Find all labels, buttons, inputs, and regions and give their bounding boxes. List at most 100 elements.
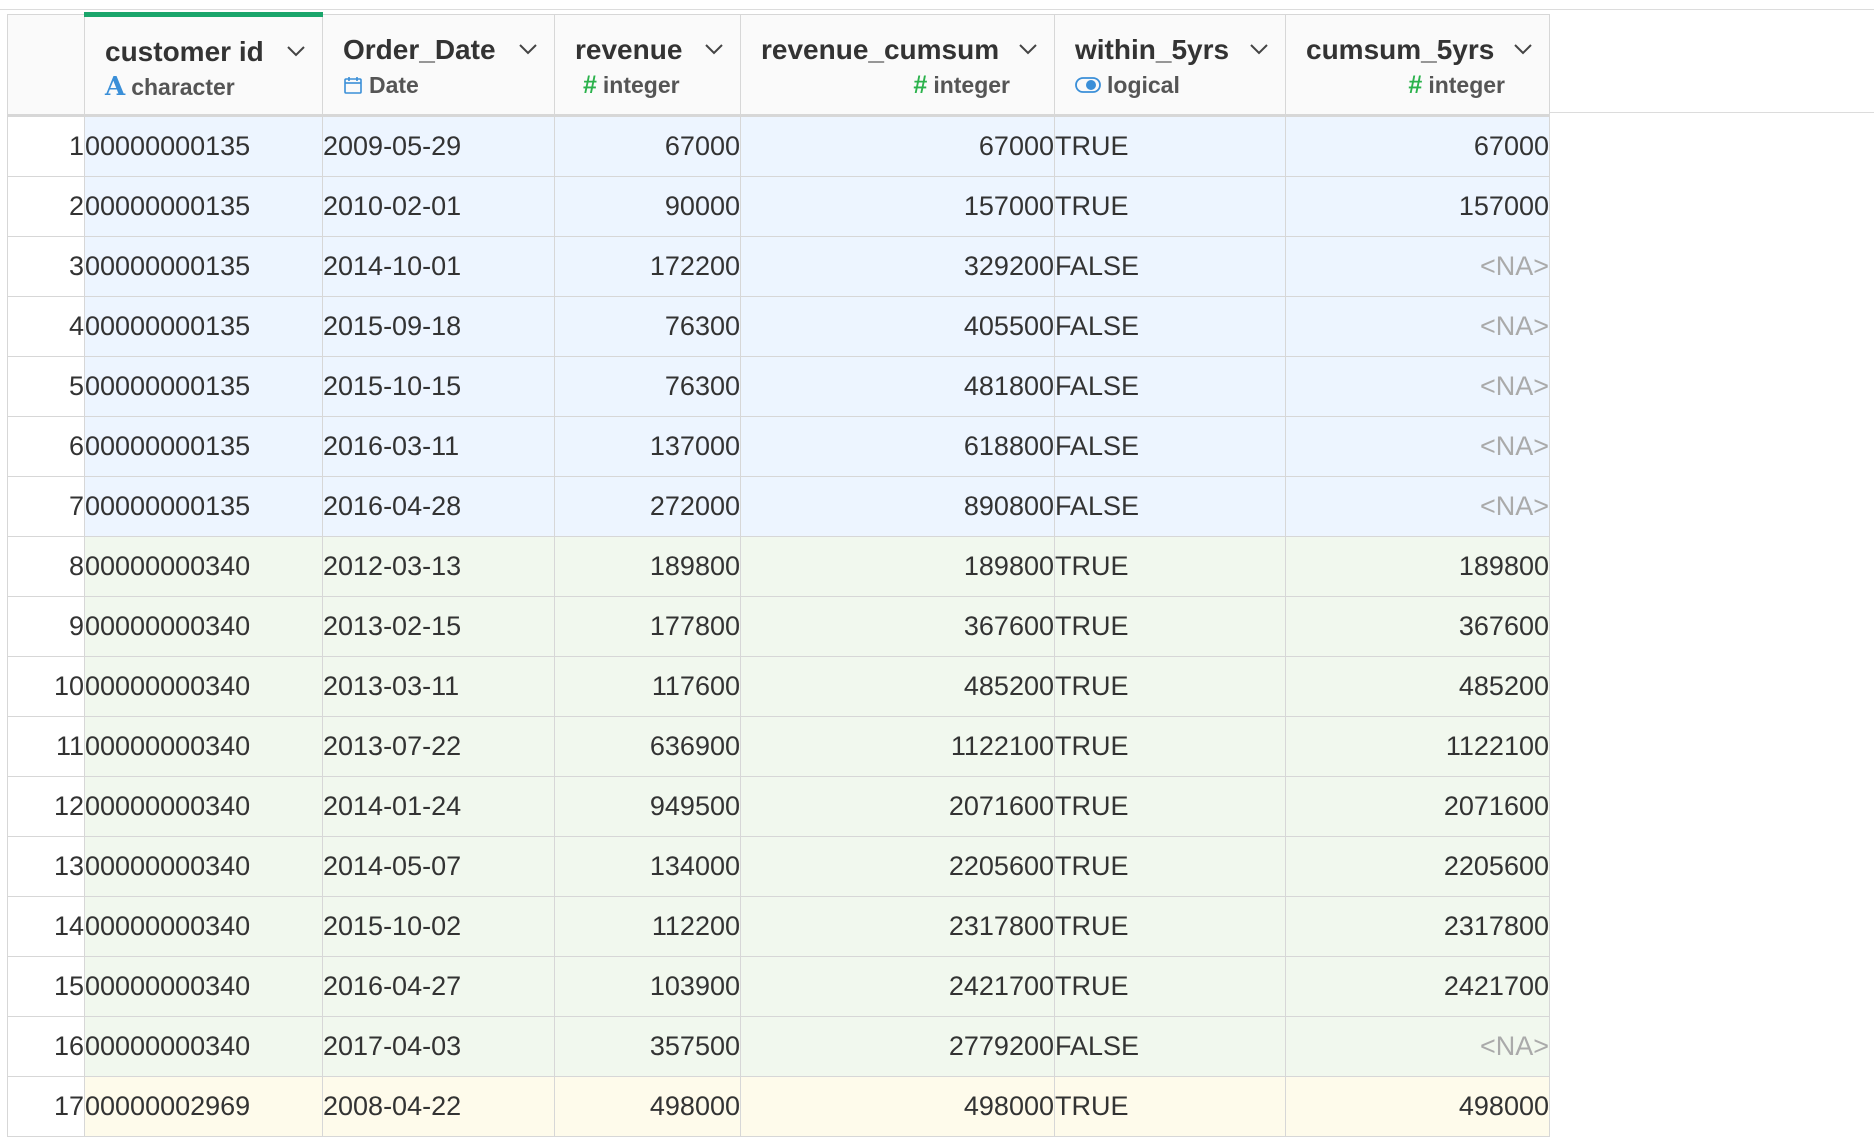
cell-order-date[interactable]: 2015-10-15 (322, 356, 555, 417)
cell-within-5yrs[interactable]: TRUE (1054, 115, 1286, 177)
cell-revenue-cumsum[interactable]: 189800 (740, 536, 1055, 597)
cell-customer-id[interactable]: 00000000340 (84, 656, 323, 717)
cell-revenue[interactable]: 172200 (554, 236, 741, 297)
cell-revenue[interactable]: 90000 (554, 176, 741, 237)
table-row[interactable]: 4 00000000135 2015-09-18 76300 405500 FALSE <N… (7, 296, 1550, 357)
cell-revenue[interactable]: 177800 (554, 596, 741, 657)
cell-revenue[interactable]: 67000 (554, 115, 741, 177)
cell-within-5yrs[interactable]: TRUE (1054, 596, 1286, 657)
cell-cumsum-5yrs[interactable]: <NA> (1285, 296, 1550, 357)
cell-cumsum-5yrs[interactable]: 498000 (1285, 1076, 1550, 1137)
cell-revenue[interactable]: 137000 (554, 416, 741, 477)
cell-customer-id[interactable]: 00000000135 (84, 236, 323, 297)
cell-within-5yrs[interactable]: TRUE (1054, 836, 1286, 897)
cell-revenue[interactable]: 76300 (554, 296, 741, 357)
cell-revenue[interactable]: 117600 (554, 656, 741, 717)
cell-customer-id[interactable]: 00000000135 (84, 356, 323, 417)
cell-order-date[interactable]: 2017-04-03 (322, 1016, 555, 1077)
cell-within-5yrs[interactable]: TRUE (1054, 776, 1286, 837)
cell-revenue[interactable]: 498000 (554, 1076, 741, 1137)
cell-revenue[interactable]: 112200 (554, 896, 741, 957)
cell-order-date[interactable]: 2016-03-11 (322, 416, 555, 477)
cell-revenue[interactable]: 76300 (554, 356, 741, 417)
cell-within-5yrs[interactable]: TRUE (1054, 536, 1286, 597)
cell-revenue[interactable]: 949500 (554, 776, 741, 837)
row-number[interactable]: 9 (7, 596, 85, 657)
cell-customer-id[interactable]: 00000000340 (84, 596, 323, 657)
row-number[interactable]: 7 (7, 476, 85, 537)
table-row[interactable]: 3 00000000135 2014-10-01 172200 329200 FALSE <… (7, 236, 1550, 297)
cell-revenue-cumsum[interactable]: 329200 (740, 236, 1055, 297)
cell-order-date[interactable]: 2008-04-22 (322, 1076, 555, 1137)
cell-within-5yrs[interactable]: FALSE (1054, 296, 1286, 357)
table-row[interactable]: 2 00000000135 2010-02-01 90000 157000 TRUE 157… (7, 176, 1550, 237)
row-number[interactable]: 16 (7, 1016, 85, 1077)
table-row[interactable]: 8 00000000340 2012-03-13 189800 189800 TRUE 18… (7, 536, 1550, 597)
cell-within-5yrs[interactable]: TRUE (1054, 656, 1286, 717)
table-row[interactable]: 5 00000000135 2015-10-15 76300 481800 FALSE <N… (7, 356, 1550, 417)
row-number[interactable]: 13 (7, 836, 85, 897)
cell-order-date[interactable]: 2015-09-18 (322, 296, 555, 357)
row-number[interactable]: 8 (7, 536, 85, 597)
cell-revenue[interactable]: 103900 (554, 956, 741, 1017)
chevron-down-icon[interactable] (286, 41, 306, 61)
cell-revenue[interactable]: 272000 (554, 476, 741, 537)
row-number[interactable]: 11 (7, 716, 85, 777)
cell-customer-id[interactable]: 00000000135 (84, 296, 323, 357)
cell-customer-id[interactable]: 00000000135 (84, 115, 323, 177)
cell-customer-id[interactable]: 00000000340 (84, 716, 323, 777)
cell-revenue-cumsum[interactable]: 890800 (740, 476, 1055, 537)
cell-customer-id[interactable]: 00000000340 (84, 956, 323, 1017)
cell-within-5yrs[interactable]: FALSE (1054, 236, 1286, 297)
cell-order-date[interactable]: 2014-05-07 (322, 836, 555, 897)
chevron-down-icon[interactable] (1513, 39, 1533, 59)
cell-customer-id[interactable]: 00000000340 (84, 896, 323, 957)
cell-revenue-cumsum[interactable]: 2205600 (740, 836, 1055, 897)
cell-cumsum-5yrs[interactable]: 1122100 (1285, 716, 1550, 777)
row-number[interactable]: 17 (7, 1076, 85, 1137)
cell-customer-id[interactable]: 00000000340 (84, 836, 323, 897)
cell-within-5yrs[interactable]: TRUE (1054, 176, 1286, 237)
chevron-down-icon[interactable] (518, 39, 538, 59)
cell-order-date[interactable]: 2009-05-29 (322, 115, 555, 177)
cell-customer-id[interactable]: 00000000135 (84, 476, 323, 537)
cell-order-date[interactable]: 2016-04-28 (322, 476, 555, 537)
table-row[interactable]: 16 00000000340 2017-04-03 357500 2779200 FALS… (7, 1016, 1550, 1077)
table-row[interactable]: 15 00000000340 2016-04-27 103900 2421700 TRUE… (7, 956, 1550, 1017)
column-header-cumsum-5yrs[interactable]: cumsum_5yrs # integer (1285, 14, 1550, 117)
cell-revenue-cumsum[interactable]: 2317800 (740, 896, 1055, 957)
row-number[interactable]: 3 (7, 236, 85, 297)
cell-within-5yrs[interactable]: FALSE (1054, 1016, 1286, 1077)
cell-revenue-cumsum[interactable]: 67000 (740, 115, 1055, 177)
cell-customer-id[interactable]: 00000000340 (84, 776, 323, 837)
row-number[interactable]: 12 (7, 776, 85, 837)
column-header-order-date[interactable]: Order_Date Date (322, 14, 555, 117)
cell-within-5yrs[interactable]: TRUE (1054, 716, 1286, 777)
cell-cumsum-5yrs[interactable]: <NA> (1285, 236, 1550, 297)
cell-order-date[interactable]: 2013-03-11 (322, 656, 555, 717)
cell-cumsum-5yrs[interactable]: <NA> (1285, 1016, 1550, 1077)
cell-cumsum-5yrs[interactable]: 367600 (1285, 596, 1550, 657)
cell-revenue-cumsum[interactable]: 2779200 (740, 1016, 1055, 1077)
table-row[interactable]: 17 00000002969 2008-04-22 498000 498000 TRUE 4… (7, 1076, 1550, 1137)
table-row[interactable]: 11 00000000340 2013-07-22 636900 1122100 TRUE… (7, 716, 1550, 777)
table-row[interactable]: 14 00000000340 2015-10-02 112200 2317800 TRUE… (7, 896, 1550, 957)
row-number[interactable]: 1 (7, 115, 85, 177)
cell-within-5yrs[interactable]: TRUE (1054, 1076, 1286, 1137)
cell-customer-id[interactable]: 00000000135 (84, 416, 323, 477)
cell-revenue-cumsum[interactable]: 2071600 (740, 776, 1055, 837)
cell-customer-id[interactable]: 00000002969 (84, 1076, 323, 1137)
cell-customer-id[interactable]: 00000000340 (84, 536, 323, 597)
cell-order-date[interactable]: 2014-01-24 (322, 776, 555, 837)
cell-revenue-cumsum[interactable]: 481800 (740, 356, 1055, 417)
cell-order-date[interactable]: 2012-03-13 (322, 536, 555, 597)
cell-cumsum-5yrs[interactable]: 2421700 (1285, 956, 1550, 1017)
cell-within-5yrs[interactable]: FALSE (1054, 476, 1286, 537)
row-number[interactable]: 10 (7, 656, 85, 717)
cell-cumsum-5yrs[interactable]: 485200 (1285, 656, 1550, 717)
cell-cumsum-5yrs[interactable]: 189800 (1285, 536, 1550, 597)
cell-cumsum-5yrs[interactable]: <NA> (1285, 476, 1550, 537)
cell-revenue-cumsum[interactable]: 498000 (740, 1076, 1055, 1137)
row-number[interactable]: 2 (7, 176, 85, 237)
cell-revenue[interactable]: 357500 (554, 1016, 741, 1077)
